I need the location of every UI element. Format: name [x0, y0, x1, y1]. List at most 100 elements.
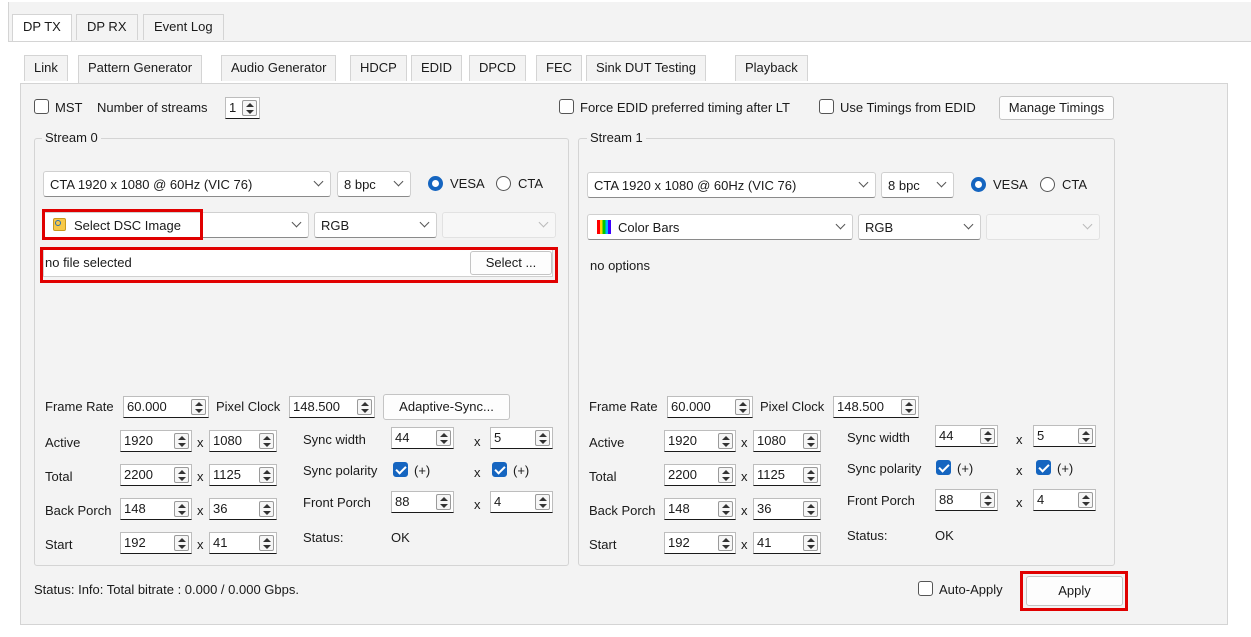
mst-checkbox[interactable]: [34, 99, 49, 114]
stream1-active-h-spinbox[interactable]: 1920: [664, 430, 736, 452]
stream0-pixel-clock-spinbox[interactable]: 148.500: [289, 396, 375, 418]
spin-arrows-icon[interactable]: [803, 467, 818, 483]
spin-arrows-icon[interactable]: [174, 501, 189, 517]
stream0-total-h-spinbox[interactable]: 2200: [120, 464, 192, 486]
stream0-active-label: Active: [45, 435, 81, 450]
force-edid-checkbox[interactable]: [559, 99, 574, 114]
spin-arrows-icon[interactable]: [803, 433, 818, 449]
spin-arrows-icon[interactable]: [803, 501, 818, 517]
spin-arrows-icon[interactable]: [718, 535, 733, 551]
stream1-vesa-radio[interactable]: [971, 177, 986, 192]
auto-apply-checkbox[interactable]: [918, 581, 933, 596]
stream1-sync-width-v-spinbox[interactable]: 5: [1033, 425, 1096, 447]
stream0-extra-select[interactable]: [442, 212, 556, 238]
stream0-active-v-spinbox[interactable]: 1080: [209, 430, 277, 452]
stream1-pixel-clock-spinbox[interactable]: 148.500: [833, 396, 919, 418]
tab-hdcp[interactable]: HDCP: [350, 55, 407, 81]
spin-arrows-icon[interactable]: [735, 399, 750, 415]
stream1-start-h-spinbox[interactable]: 192: [664, 532, 736, 554]
stream0-active-h-spinbox[interactable]: 1920: [120, 430, 192, 452]
stream0-front-porch-v-spinbox[interactable]: 4: [490, 491, 553, 513]
stream0-total-v-spinbox[interactable]: 1125: [209, 464, 277, 486]
stream1-polarity-h-checkbox[interactable]: [936, 460, 951, 475]
spin-arrows-icon[interactable]: [436, 430, 451, 446]
stream1-pattern-select[interactable]: Color Bars: [587, 214, 853, 240]
stream1-frame-rate-spinbox[interactable]: 60.000: [667, 396, 753, 418]
stream1-back-porch-v-spinbox[interactable]: 36: [753, 498, 821, 520]
stream1-front-porch-h-spinbox[interactable]: 88: [935, 489, 998, 511]
manage-timings-button[interactable]: Manage Timings: [999, 96, 1114, 120]
tab-playback[interactable]: Playback: [735, 55, 808, 81]
stream1-total-h-spinbox[interactable]: 2200: [664, 464, 736, 486]
stream0-vesa-label: VESA: [450, 176, 485, 191]
spin-arrows-icon[interactable]: [174, 433, 189, 449]
stream0-polarity-h-checkbox[interactable]: [393, 462, 408, 477]
stream1-start-v-spinbox[interactable]: 41: [753, 532, 821, 554]
stream0-vesa-radio[interactable]: [428, 176, 443, 191]
x-label: x: [1016, 432, 1023, 447]
tab-link[interactable]: Link: [24, 55, 68, 81]
tab-pattern-generator[interactable]: Pattern Generator: [78, 55, 203, 83]
spin-arrows-icon[interactable]: [535, 494, 550, 510]
spin-arrows-icon[interactable]: [718, 501, 733, 517]
stream0-sync-width-v-spinbox[interactable]: 5: [490, 427, 553, 449]
spin-arrows-icon[interactable]: [259, 535, 274, 551]
chevron-down-icon: [963, 219, 974, 230]
spin-arrows-icon[interactable]: [718, 433, 733, 449]
spin-arrows-icon[interactable]: [259, 501, 274, 517]
stream0-bpc-select[interactable]: 8 bpc: [337, 171, 411, 197]
stream0-sync-width-h-spinbox[interactable]: 44: [391, 427, 454, 449]
spin-arrows-icon[interactable]: [174, 467, 189, 483]
stream0-cta-radio[interactable]: [496, 176, 511, 191]
tab-dpcd[interactable]: DPCD: [469, 55, 526, 81]
stream1-sync-width-h-spinbox[interactable]: 44: [935, 425, 998, 447]
stream0-color-format-select[interactable]: RGB: [314, 212, 437, 238]
tab-event-log[interactable]: Event Log: [143, 14, 224, 40]
stream1-cta-radio[interactable]: [1040, 177, 1055, 192]
stream1-sync-width-h-value: 44: [939, 428, 954, 443]
spin-arrows-icon[interactable]: [174, 535, 189, 551]
stream1-back-porch-h-spinbox[interactable]: 148: [664, 498, 736, 520]
stream0-polarity-v-checkbox[interactable]: [492, 462, 507, 477]
spin-arrows-icon[interactable]: [436, 494, 451, 510]
tab-dp-rx[interactable]: DP RX: [76, 14, 138, 40]
stream1-total-v-spinbox[interactable]: 1125: [753, 464, 821, 486]
stream0-timing-select[interactable]: CTA 1920 x 1080 @ 60Hz (VIC 76): [43, 171, 331, 197]
use-timings-checkbox[interactable]: [819, 99, 834, 114]
stream1-timing-select[interactable]: CTA 1920 x 1080 @ 60Hz (VIC 76): [587, 172, 876, 198]
stream0-back-porch-v-spinbox[interactable]: 36: [209, 498, 277, 520]
stream1-color-format-select[interactable]: RGB: [858, 214, 981, 240]
stream1-active-v-spinbox[interactable]: 1080: [753, 430, 821, 452]
stream0-front-porch-h-spinbox[interactable]: 88: [391, 491, 454, 513]
spin-arrows-icon[interactable]: [259, 433, 274, 449]
spin-arrows-icon[interactable]: [980, 428, 995, 444]
tab-audio-generator[interactable]: Audio Generator: [221, 55, 337, 81]
spin-arrows-icon[interactable]: [191, 399, 206, 415]
spin-arrows-icon[interactable]: [1078, 492, 1093, 508]
stream0-adaptive-sync-button[interactable]: Adaptive-Sync...: [383, 394, 510, 420]
stream1-polarity-h-label: (+): [957, 461, 974, 476]
tab-sink-dut-testing[interactable]: Sink DUT Testing: [586, 55, 706, 81]
spin-arrows-icon[interactable]: [901, 399, 916, 415]
stream1-extra-select[interactable]: [986, 214, 1100, 240]
stream1-polarity-v-checkbox[interactable]: [1036, 460, 1051, 475]
spin-arrows-icon[interactable]: [259, 467, 274, 483]
tab-dp-tx[interactable]: DP TX: [12, 14, 72, 41]
spin-arrows-icon[interactable]: [242, 100, 257, 116]
stream0-back-porch-label: Back Porch: [45, 503, 112, 518]
tab-edid[interactable]: EDID: [411, 55, 463, 81]
stream1-front-porch-v-spinbox[interactable]: 4: [1033, 489, 1096, 511]
stream0-frame-rate-spinbox[interactable]: 60.000: [123, 396, 209, 418]
tab-fec[interactable]: FEC: [536, 55, 582, 81]
spin-arrows-icon[interactable]: [803, 535, 818, 551]
stream0-start-v-spinbox[interactable]: 41: [209, 532, 277, 554]
spin-arrows-icon[interactable]: [535, 430, 550, 446]
spin-arrows-icon[interactable]: [357, 399, 372, 415]
stream0-back-porch-h-spinbox[interactable]: 148: [120, 498, 192, 520]
spin-arrows-icon[interactable]: [1078, 428, 1093, 444]
num-streams-spinbox[interactable]: 1: [225, 97, 260, 119]
spin-arrows-icon[interactable]: [980, 492, 995, 508]
stream0-start-h-spinbox[interactable]: 192: [120, 532, 192, 554]
stream1-bpc-select[interactable]: 8 bpc: [881, 172, 954, 198]
spin-arrows-icon[interactable]: [718, 467, 733, 483]
